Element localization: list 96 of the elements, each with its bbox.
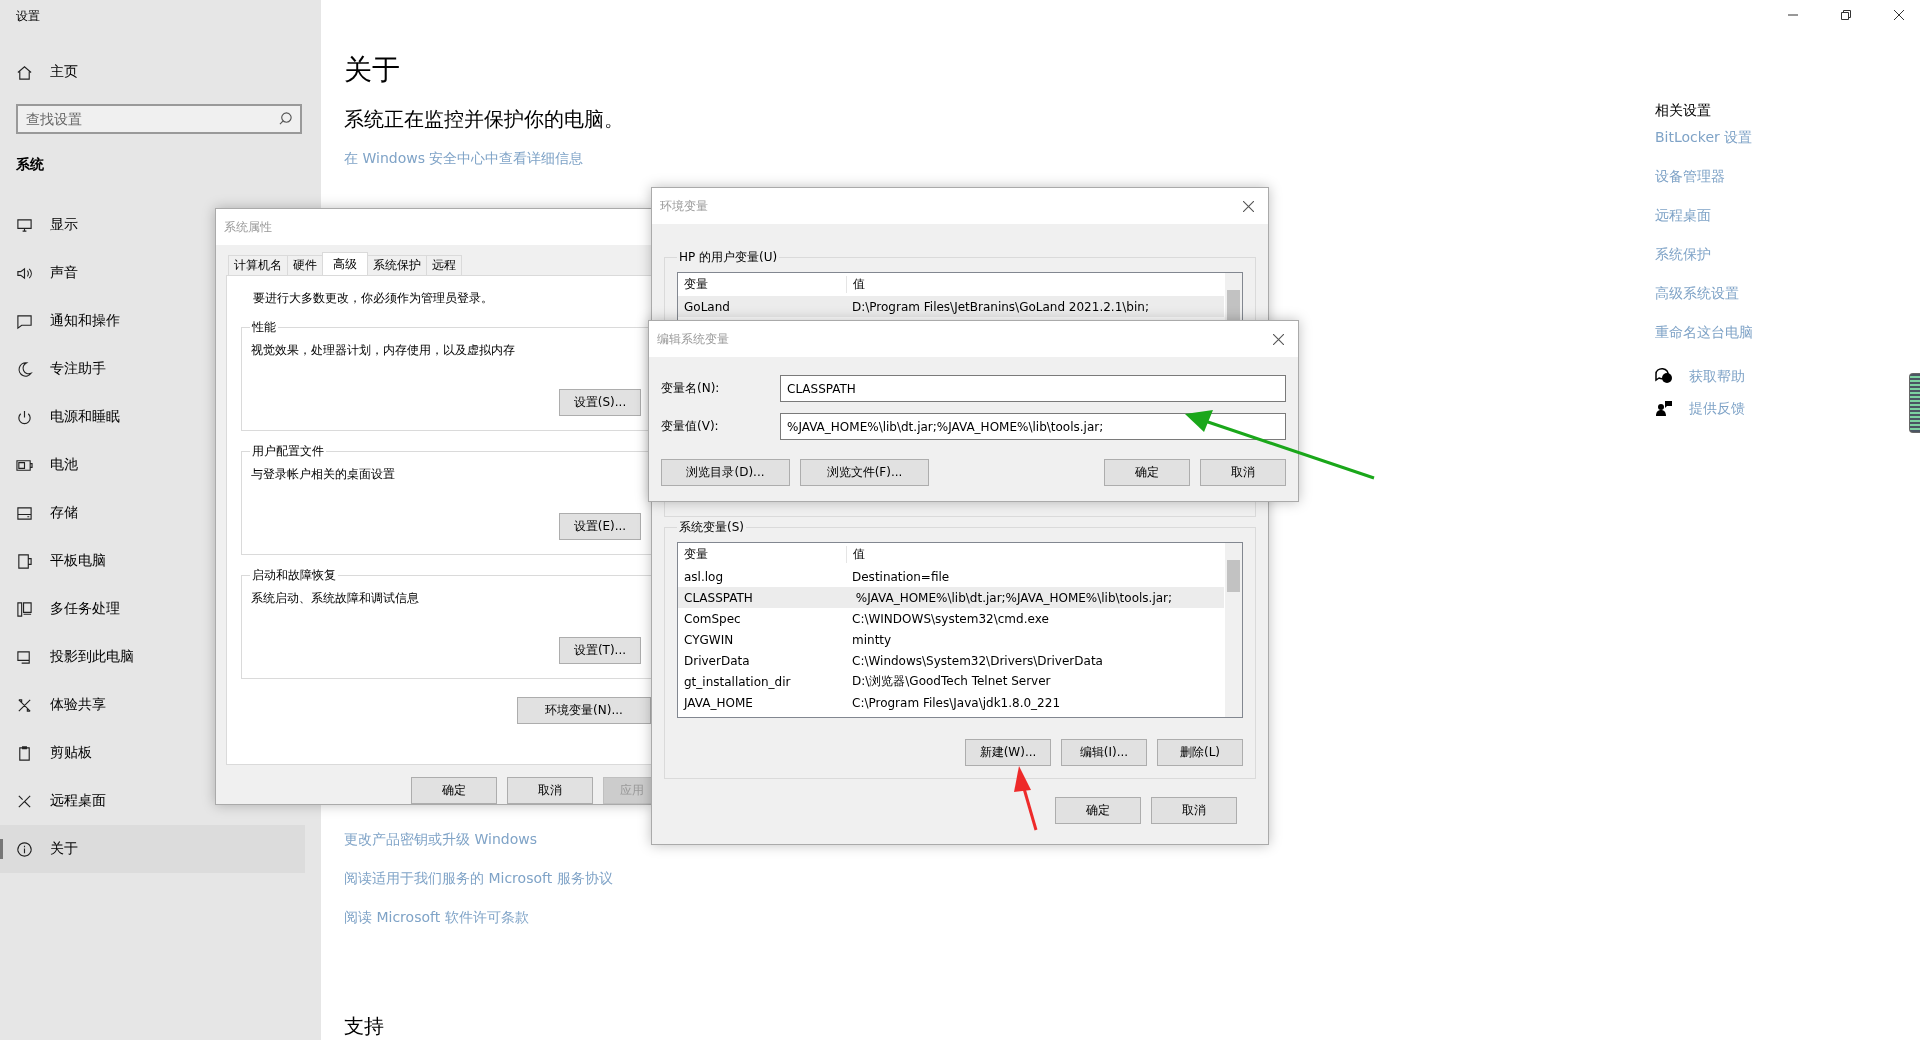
table-cell-text: Destination=file <box>851 569 950 584</box>
tab[interactable]: 计算机名 <box>228 255 288 275</box>
group-title: 系统变量(S) <box>678 519 745 536</box>
table-cell-text: asl.log <box>683 569 725 584</box>
table-cell-text: D:\浏览器\GoodTech Telnet Server <box>851 673 1051 690</box>
info-icon <box>16 840 33 858</box>
variable-row[interactable]: DriverData C:\Windows\System32\Drivers\DriverData <box>678 650 1224 671</box>
variable-name-field[interactable]: CLASSPATH <box>780 375 1286 402</box>
dialog-title: 编辑系统变量 <box>657 330 729 348</box>
nav-item[interactable]: 投影到此电脑 <box>0 633 305 681</box>
table-cell-text: C:\Program Files\Java\jdk1.8.0_221 <box>851 695 1060 710</box>
category-heading: 系统 <box>16 155 44 174</box>
table-cell-text: D:\Program Files\JetBranins\GoLand 2021.2.1\bin; <box>851 299 1149 314</box>
clipboard-icon <box>16 744 33 762</box>
nav-item[interactable]: 关于 <box>0 825 305 873</box>
environment-variables-button[interactable]: 环境变量(N)... <box>517 697 651 724</box>
variable-row[interactable]: gt_installation_dir D:\浏览器\GoodTech Telnet Server <box>678 671 1224 692</box>
dialog-title: 系统属性 <box>224 218 272 236</box>
group-title: HP 的用户变量(U) <box>678 249 779 266</box>
group-title: 用户配置文件 <box>251 443 325 460</box>
status-text: 系统正在监控并保护你的电脑。 <box>344 106 624 133</box>
home-icon <box>16 63 33 81</box>
variable-row[interactable]: GoLand D:\Program Files\JetBranins\GoLand 2021.2.1\bin; <box>678 296 1224 317</box>
dialog-button[interactable]: 确定 <box>1104 459 1190 486</box>
table-cell-text: C:\WINDOWS\system32\cmd.exe <box>851 611 1049 626</box>
group-description: 系统启动、系统故障和调试信息 <box>251 590 420 607</box>
settings-button[interactable]: 设置(S)... <box>559 389 641 416</box>
person-chat-icon <box>1655 399 1673 417</box>
column-header: 变量 <box>678 276 847 293</box>
table-cell-text: C:\Windows\System32\Drivers\DriverData <box>851 653 1103 668</box>
settings-button[interactable]: 设置(E)... <box>559 513 641 540</box>
annotation-arrow <box>1014 766 1038 831</box>
dialog-title: 环境变量 <box>660 197 708 215</box>
dialog-button[interactable]: 取消 <box>1151 797 1237 824</box>
group-description: 视觉效果，处理器计划，内存使用，以及虚拟内存 <box>251 342 516 359</box>
variable-row[interactable]: CYGWIN mintty <box>678 629 1224 650</box>
browse-button[interactable]: 浏览文件(F)... <box>800 459 929 486</box>
scrollbar[interactable] <box>1225 543 1242 717</box>
settings-button[interactable]: 设置(T)... <box>559 637 641 664</box>
table-cell-text: gt_installation_dir <box>683 674 792 689</box>
variable-value-field[interactable]: %JAVA_HOME%\lib\dt.jar;%JAVA_HOME%\lib\tools.jar; <box>780 413 1286 440</box>
variable-row[interactable]: ComSpec C:\WINDOWS\system32\cmd.exe <box>678 608 1224 629</box>
group-title: 性能 <box>251 319 277 336</box>
search-icon <box>279 112 292 125</box>
table-cell-text: %JAVA_HOME%\lib\dt.jar;%JAVA_HOME%\lib\tools.jar; <box>854 590 1173 605</box>
screens-icon <box>16 648 33 666</box>
close-icon[interactable] <box>1273 333 1284 345</box>
section-heading: 支持 <box>344 1013 384 1040</box>
meter-widget-icon <box>1909 373 1920 433</box>
group-description: 与登录帐户相关的桌面设置 <box>251 466 396 483</box>
admin-note: 要进行大多数更改，你必须作为管理员登录。 <box>253 290 494 307</box>
column-header: 值 <box>852 276 865 293</box>
power-icon <box>16 408 33 426</box>
page-title: 关于 <box>344 52 400 88</box>
tablet-icon <box>16 552 33 570</box>
list-button[interactable]: 新建(W)... <box>965 739 1051 766</box>
nav-item[interactable]: 存储 <box>0 489 305 537</box>
list-button[interactable]: 编辑(I)... <box>1061 739 1147 766</box>
table-cell-text: JAVA_HOME <box>682 695 754 710</box>
table-cell-text: CYGWIN <box>683 632 735 647</box>
variable-row[interactable]: asl.log Destination=file <box>678 566 1224 587</box>
group-title: 启动和故障恢复 <box>251 567 337 584</box>
table-cell-text: mintty <box>851 632 892 647</box>
field-label: 变量名(N): <box>661 380 721 397</box>
home-link[interactable]: 主页 <box>50 63 78 81</box>
table-cell-text: ComSpec <box>683 611 742 626</box>
cross-arrows-icon <box>16 696 33 714</box>
drive-icon <box>16 504 33 522</box>
variable-row[interactable]: CLASSPATH %JAVA_HOME%\lib\dt.jar;%JAVA_HOME%\lib\tools.jar; <box>678 587 1224 608</box>
field-label: 变量值(V): <box>661 418 720 435</box>
dialog-button[interactable]: 确定 <box>411 777 497 804</box>
related-heading: 相关设置 <box>1655 101 1711 120</box>
list-button[interactable]: 删除(L) <box>1157 739 1243 766</box>
tab[interactable]: 高级 <box>322 252 368 275</box>
window-title: 设置 <box>16 8 40 24</box>
variable-row[interactable]: JAVA_HOME C:\Program Files\Java\jdk1.8.0_221 <box>678 692 1224 713</box>
table-cell-text: GoLand <box>683 299 731 314</box>
dialog-button[interactable]: 取消 <box>1200 459 1286 486</box>
table-cell-text: CLASSPATH <box>683 590 754 605</box>
message-icon <box>16 312 33 330</box>
nav-item[interactable]: 体验共享 <box>0 681 305 729</box>
tab[interactable]: 远程 <box>426 255 462 275</box>
search-field[interactable]: 查找设置 <box>16 104 302 134</box>
nav-item[interactable]: 远程桌面 <box>0 777 305 825</box>
dialog-button[interactable]: 确定 <box>1055 797 1141 824</box>
dialog-button[interactable]: 取消 <box>507 777 593 804</box>
moon-icon <box>16 360 33 378</box>
column-header: 变量 <box>678 546 847 563</box>
column-header: 值 <box>852 546 865 563</box>
monitor-icon <box>16 216 33 234</box>
table-cell-text: DriverData <box>683 653 751 668</box>
nav-item[interactable]: 电源和睡眠 <box>0 393 305 441</box>
browse-button[interactable]: 浏览目录(D)... <box>661 459 790 486</box>
nav-item[interactable]: 剪贴板 <box>0 729 305 777</box>
windows-icon <box>16 600 33 618</box>
close-icon[interactable] <box>1243 200 1254 212</box>
